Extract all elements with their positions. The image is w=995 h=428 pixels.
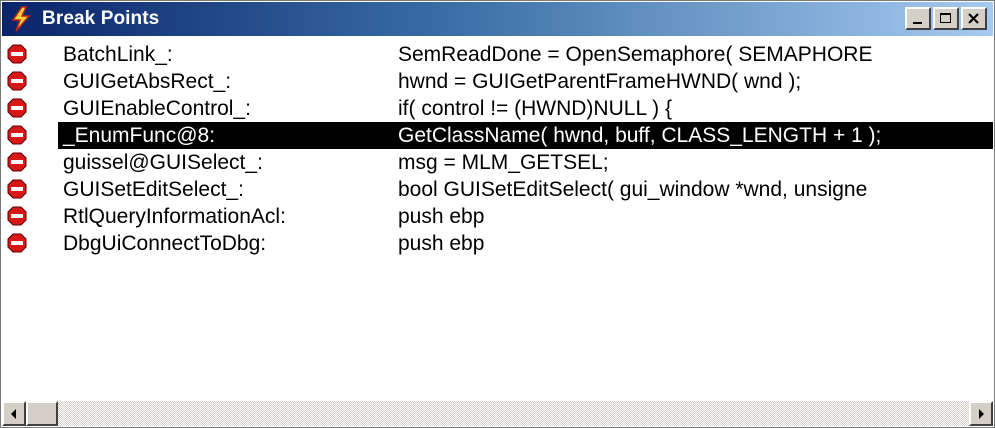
breakpoint-row[interactable]: GUIGetAbsRect_: hwnd = GUIGetParentFrameH…	[2, 68, 993, 95]
breakpoint-code: msg = MLM_GETSEL;	[398, 151, 609, 174]
breakpoint-name: RtlQueryInformationAcl:	[63, 205, 286, 228]
lightning-bolt-icon	[10, 5, 34, 33]
breakpoint-row[interactable]: BatchLink_: SemReadDone = OpenSemaphore( …	[2, 41, 993, 68]
stop-sign-icon[interactable]	[7, 44, 27, 64]
breakpoint-code: if( control != (HWND)NULL ) {	[398, 97, 673, 120]
breakpoint-name: _EnumFunc@8:	[58, 122, 392, 149]
breakpoint-name: GUIEnableControl_:	[63, 97, 251, 120]
stop-sign-icon[interactable]	[7, 179, 27, 199]
stop-sign-icon[interactable]	[7, 98, 27, 118]
breakpoint-code: hwnd = GUIGetParentFrameHWND( wnd );	[398, 70, 802, 93]
stop-sign-icon[interactable]	[7, 125, 27, 145]
stop-sign-icon[interactable]	[7, 152, 27, 172]
breakpoint-name: GUISetEditSelect_:	[63, 178, 244, 201]
maximize-button[interactable]	[933, 7, 959, 30]
maximize-icon	[940, 12, 951, 23]
breakpoint-name: BatchLink_:	[63, 43, 173, 66]
horizontal-scrollbar[interactable]	[2, 401, 993, 426]
arrow-left-icon	[11, 408, 16, 419]
scroll-left-button[interactable]	[2, 401, 26, 426]
break-points-window: Break Points BatchLink_: SemReadDone = Op…	[0, 0, 995, 428]
breakpoint-row[interactable]: guissel@GUISelect_: msg = MLM_GETSEL;	[2, 149, 993, 176]
breakpoint-code: push ebp	[398, 232, 485, 255]
breakpoint-row[interactable]: _EnumFunc@8: GetClassName( hwnd, buff, CL…	[2, 122, 993, 149]
breakpoint-name: GUIGetAbsRect_:	[63, 70, 232, 93]
breakpoint-list[interactable]: BatchLink_: SemReadDone = OpenSemaphore( …	[2, 38, 993, 396]
arrow-right-icon	[979, 408, 984, 419]
title-buttons	[905, 7, 987, 30]
stop-sign-icon[interactable]	[7, 233, 27, 253]
close-icon	[968, 12, 979, 24]
minimize-icon	[913, 21, 922, 24]
breakpoint-row[interactable]: GUIEnableControl_: if( control != (HWND)N…	[2, 95, 993, 122]
breakpoint-row[interactable]: RtlQueryInformationAcl: push ebp	[2, 203, 993, 230]
scroll-thumb[interactable]	[26, 401, 58, 426]
breakpoint-name: guissel@GUISelect_:	[63, 151, 263, 174]
scroll-right-button[interactable]	[969, 401, 993, 426]
breakpoint-row[interactable]: DbgUiConnectToDbg: push ebp	[2, 230, 993, 257]
breakpoint-code: bool GUISetEditSelect( gui_window *wnd, …	[398, 178, 868, 201]
close-button[interactable]	[961, 7, 987, 30]
breakpoint-code: push ebp	[398, 205, 485, 228]
breakpoint-name: DbgUiConnectToDbg:	[63, 232, 267, 255]
breakpoint-code: SemReadDone = OpenSemaphore( SEMAPHORE	[398, 43, 873, 66]
window-title: Break Points	[42, 8, 160, 29]
minimize-button[interactable]	[905, 7, 931, 30]
stop-sign-icon[interactable]	[7, 206, 27, 226]
breakpoint-code: GetClassName( hwnd, buff, CLASS_LENGTH +…	[392, 122, 993, 149]
stop-sign-icon[interactable]	[7, 71, 27, 91]
title-bar[interactable]: Break Points	[2, 2, 993, 36]
breakpoint-row[interactable]: GUISetEditSelect_: bool GUISetEditSelect(…	[2, 176, 993, 203]
